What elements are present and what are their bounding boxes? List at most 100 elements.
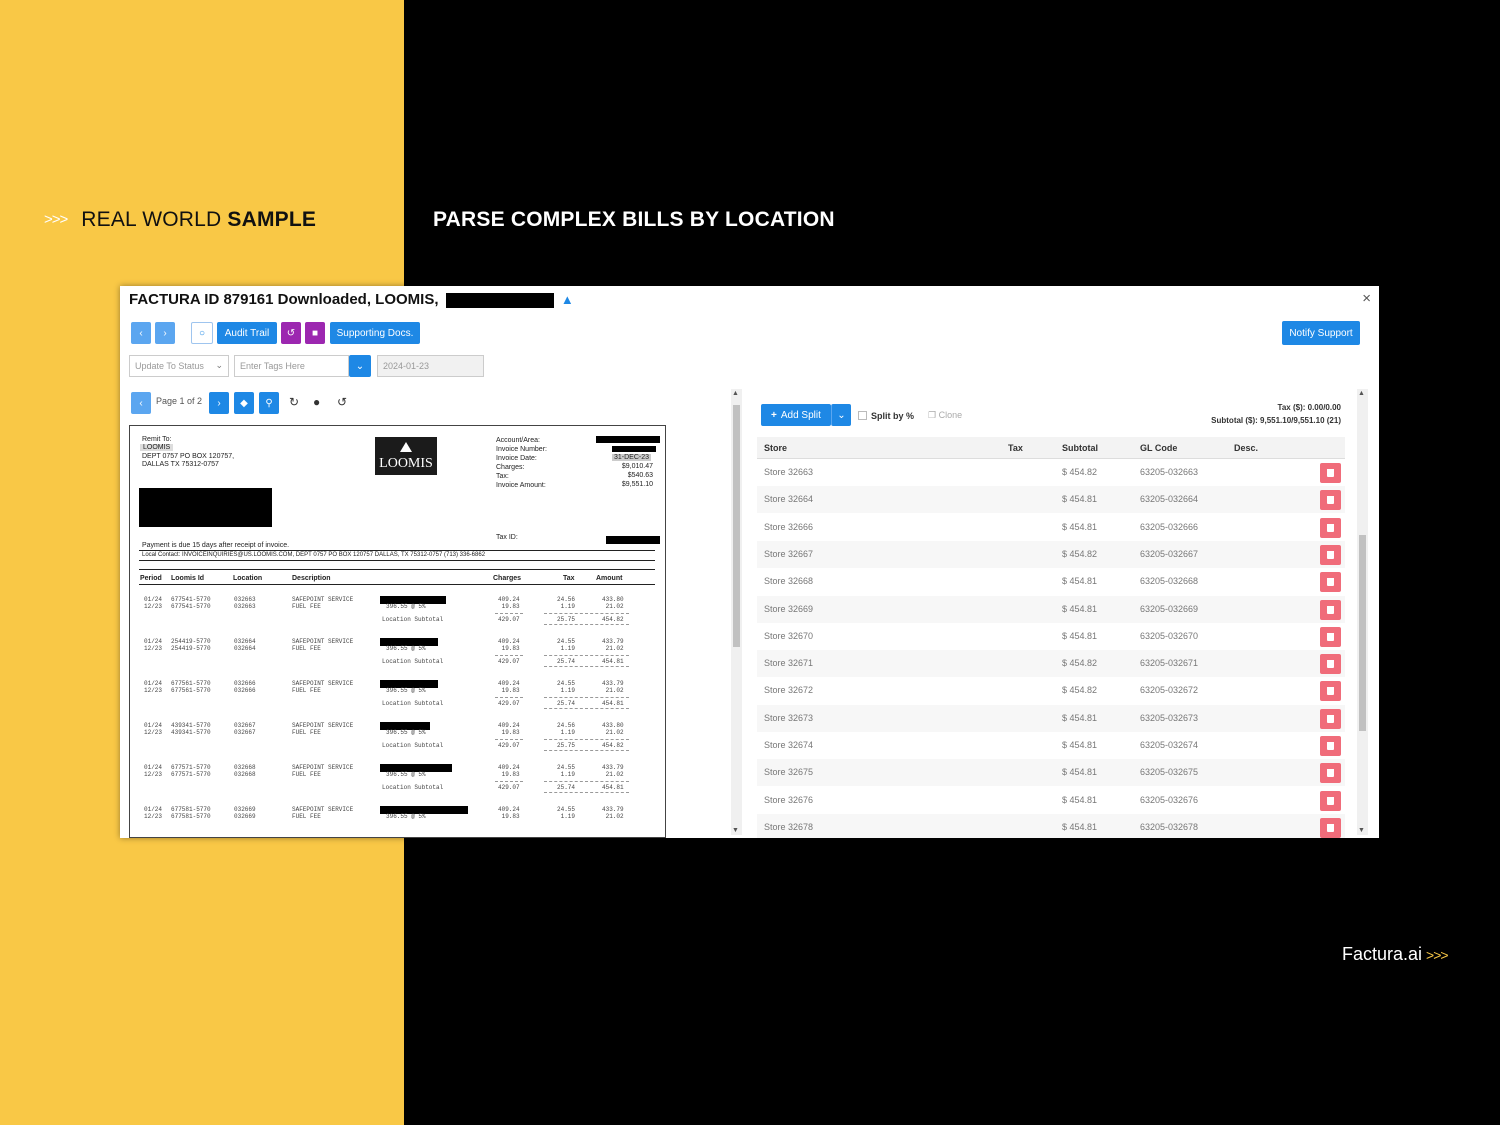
store-cell[interactable]: Store 32676 — [764, 795, 813, 805]
trash-icon[interactable] — [1320, 544, 1341, 565]
store-cell[interactable]: Store 32667 — [764, 549, 813, 559]
scroll-down-icon[interactable]: ▼ — [1358, 827, 1365, 834]
store-cell[interactable]: Store 32674 — [764, 740, 813, 750]
gl-code-cell[interactable]: 63205-032675 — [1140, 767, 1198, 777]
store-cell[interactable]: Store 32666 — [764, 522, 813, 532]
undo-button[interactable]: ↺ — [281, 322, 301, 344]
gl-code-cell[interactable]: 63205-032667 — [1140, 549, 1198, 559]
reset-icon[interactable]: ↺ — [337, 395, 347, 409]
gl-code-cell[interactable]: 63205-032676 — [1140, 795, 1198, 805]
prev-button[interactable]: ‹ — [131, 322, 151, 344]
scroll-up-icon[interactable]: ▲ — [1358, 390, 1365, 397]
table-row[interactable]: Store 32670 $ 454.81 63205-032670 — [757, 623, 1345, 650]
trash-icon[interactable] — [1320, 763, 1341, 784]
scroll-down-icon[interactable]: ▼ — [732, 827, 739, 834]
gl-code-cell[interactable]: 63205-032666 — [1140, 522, 1198, 532]
close-button[interactable]: × — [1362, 290, 1371, 307]
store-cell[interactable]: Store 32675 — [764, 767, 813, 777]
gl-code-cell[interactable]: 63205-032664 — [1140, 494, 1198, 504]
table-row[interactable]: Store 32664 $ 454.81 63205-032664 — [757, 486, 1345, 514]
trash-icon[interactable] — [1320, 681, 1341, 702]
notify-support-button[interactable]: Notify Support — [1282, 321, 1360, 345]
subtotal-cell[interactable]: $ 454.82 — [1062, 467, 1097, 477]
subtotal-cell[interactable]: $ 454.82 — [1062, 685, 1097, 695]
gl-code-cell[interactable]: 63205-032678 — [1140, 822, 1198, 832]
scroll-up-icon[interactable]: ▲ — [732, 390, 739, 397]
gl-code-cell[interactable]: 63205-032663 — [1140, 467, 1198, 477]
subtotal-cell[interactable]: $ 454.81 — [1062, 576, 1097, 586]
lock-button[interactable]: ■ — [305, 322, 325, 344]
split-by-percent-checkbox[interactable] — [858, 411, 867, 420]
scroll-thumb[interactable] — [733, 405, 740, 647]
subtotal-cell[interactable]: $ 454.81 — [1062, 713, 1097, 723]
page-prev-button[interactable]: ‹ — [131, 392, 151, 414]
preview-scrollbar[interactable]: ▲ ▼ — [731, 389, 742, 835]
store-cell[interactable]: Store 32664 — [764, 494, 813, 504]
table-row[interactable]: Store 32671 $ 454.82 63205-032671 — [757, 650, 1345, 678]
store-cell[interactable]: Store 32669 — [764, 604, 813, 614]
store-cell[interactable]: Store 32678 — [764, 822, 813, 832]
trash-icon[interactable] — [1320, 654, 1341, 675]
trash-icon[interactable] — [1320, 790, 1341, 811]
store-cell[interactable]: Store 32673 — [764, 713, 813, 723]
date-field[interactable]: 2024-01-23 — [377, 355, 484, 377]
table-row[interactable]: Store 32678 $ 454.81 63205-032678 — [757, 813, 1345, 838]
store-cell[interactable]: Store 32672 — [764, 685, 813, 695]
gl-code-cell[interactable]: 63205-032668 — [1140, 576, 1198, 586]
record-icon[interactable]: ● — [313, 395, 320, 409]
gl-code-cell[interactable]: 63205-032669 — [1140, 604, 1198, 614]
store-cell[interactable]: Store 32663 — [764, 467, 813, 477]
trash-icon[interactable] — [1320, 599, 1341, 620]
tag-button[interactable]: ◆ — [234, 392, 254, 414]
comment-button[interactable]: ○ — [191, 322, 213, 344]
gl-code-cell[interactable]: 63205-032670 — [1140, 631, 1198, 641]
table-row[interactable]: Store 32669 $ 454.81 63205-032669 — [757, 595, 1345, 623]
graduation-cap-icon[interactable]: ▲ — [561, 292, 574, 307]
gl-code-cell[interactable]: 63205-032674 — [1140, 740, 1198, 750]
trash-icon[interactable] — [1320, 517, 1341, 538]
table-row[interactable]: Store 32674 $ 454.81 63205-032674 — [757, 732, 1345, 759]
subtotal-cell[interactable]: $ 454.81 — [1062, 795, 1097, 805]
table-row[interactable]: Store 32667 $ 454.82 63205-032667 — [757, 540, 1345, 568]
store-cell[interactable]: Store 32670 — [764, 631, 813, 641]
trash-icon[interactable] — [1320, 626, 1341, 647]
gl-code-cell[interactable]: 63205-032671 — [1140, 658, 1198, 668]
add-split-button[interactable]: + Add Split — [761, 404, 831, 426]
trash-icon[interactable] — [1320, 572, 1341, 593]
table-row[interactable]: Store 32666 $ 454.81 63205-032666 — [757, 514, 1345, 541]
store-cell[interactable]: Store 32668 — [764, 576, 813, 586]
split-scrollbar[interactable]: ▲ ▼ — [1357, 389, 1368, 835]
table-row[interactable]: Store 32676 $ 454.81 63205-032676 — [757, 787, 1345, 814]
clone-button[interactable]: ❐ Clone — [928, 410, 962, 421]
trash-icon[interactable] — [1320, 817, 1341, 838]
trash-icon[interactable] — [1320, 708, 1341, 729]
tags-input[interactable]: Enter Tags Here — [234, 355, 349, 377]
table-row[interactable]: Store 32673 $ 454.81 63205-032673 — [757, 704, 1345, 732]
audit-trail-button[interactable]: Audit Trail — [217, 322, 277, 344]
gl-code-cell[interactable]: 63205-032672 — [1140, 685, 1198, 695]
subtotal-cell[interactable]: $ 454.82 — [1062, 658, 1097, 668]
table-row[interactable]: Store 32672 $ 454.82 63205-032672 — [757, 677, 1345, 704]
trash-icon[interactable] — [1320, 490, 1341, 511]
subtotal-cell[interactable]: $ 454.81 — [1062, 604, 1097, 614]
subtotal-cell[interactable]: $ 454.82 — [1062, 549, 1097, 559]
subtotal-cell[interactable]: $ 454.81 — [1062, 522, 1097, 532]
store-cell[interactable]: Store 32671 — [764, 658, 813, 668]
status-select[interactable]: Update To Status ⌄ — [129, 355, 229, 377]
subtotal-cell[interactable]: $ 454.81 — [1062, 494, 1097, 504]
gl-code-cell[interactable]: 63205-032673 — [1140, 713, 1198, 723]
table-row[interactable]: Store 32663 $ 454.82 63205-032663 — [757, 459, 1345, 486]
page-next-button[interactable]: › — [209, 392, 229, 414]
subtotal-cell[interactable]: $ 454.81 — [1062, 740, 1097, 750]
next-button[interactable]: › — [155, 322, 175, 344]
table-row[interactable]: Store 32668 $ 454.81 63205-032668 — [757, 568, 1345, 595]
trash-icon[interactable] — [1320, 736, 1341, 756]
subtotal-cell[interactable]: $ 454.81 — [1062, 767, 1097, 777]
zoom-button[interactable]: ⚲ — [259, 392, 279, 414]
subtotal-cell[interactable]: $ 454.81 — [1062, 631, 1097, 641]
scroll-thumb[interactable] — [1359, 535, 1366, 731]
subtotal-cell[interactable]: $ 454.81 — [1062, 822, 1097, 832]
table-row[interactable]: Store 32675 $ 454.81 63205-032675 — [757, 759, 1345, 787]
supporting-docs-button[interactable]: Supporting Docs. — [330, 322, 420, 344]
trash-icon[interactable] — [1320, 463, 1341, 483]
